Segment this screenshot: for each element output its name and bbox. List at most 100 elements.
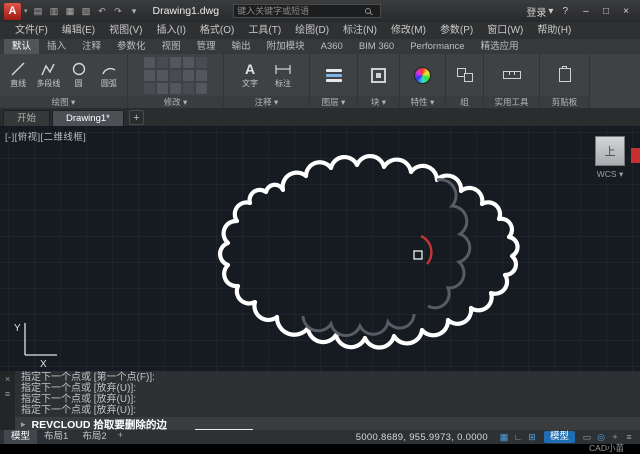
- arc-tool[interactable]: 圆弧: [97, 61, 121, 89]
- command-prompt-icon: ▸: [21, 419, 26, 430]
- panel-label-layers[interactable]: 图层 ▾: [310, 96, 357, 108]
- close-button[interactable]: ×: [617, 6, 635, 17]
- file-tab-drawing1[interactable]: Drawing1*: [52, 110, 124, 126]
- plot-icon[interactable]: ▧: [80, 6, 93, 17]
- search-icon[interactable]: [365, 8, 371, 14]
- help-search-box[interactable]: [233, 4, 381, 18]
- open-icon[interactable]: ▥: [48, 6, 61, 17]
- revision-cloud[interactable]: [220, 156, 517, 347]
- menu-parametric[interactable]: 参数(P): [433, 22, 480, 39]
- undo-icon[interactable]: ↶: [96, 6, 109, 17]
- line-icon: [10, 61, 26, 77]
- panel-label-modify[interactable]: 修改 ▾: [128, 96, 223, 108]
- new-layout-button[interactable]: +: [114, 430, 128, 444]
- menu-window[interactable]: 窗口(W): [480, 22, 530, 39]
- layout1-tab[interactable]: 布局1: [37, 430, 75, 444]
- app-menu-caret-icon[interactable]: ▾: [24, 7, 28, 15]
- wcs-selector[interactable]: WCS ▾: [590, 169, 630, 180]
- menu-draw[interactable]: 绘图(D): [288, 22, 336, 39]
- new-drawing-tab-button[interactable]: +: [129, 110, 144, 125]
- ribbon-tab-annotate[interactable]: 注释: [74, 39, 109, 54]
- model-space-button[interactable]: 模型: [544, 431, 575, 443]
- help-button[interactable]: ?: [562, 6, 568, 17]
- highlighted-edge[interactable]: [421, 236, 431, 264]
- grid-toggle-icon[interactable]: ▦: [497, 432, 511, 443]
- ribbon-tab-insert[interactable]: 插入: [39, 39, 74, 54]
- snap-toggle-icon[interactable]: ⊞: [525, 432, 539, 443]
- ribbon-tab-home[interactable]: 默认: [4, 39, 39, 54]
- panel-draw: 直线 多段线 圆 圆弧 绘图 ▾: [0, 54, 128, 108]
- line-tool[interactable]: 直线: [6, 61, 30, 89]
- maximize-button[interactable]: □: [597, 6, 615, 17]
- menu-modify[interactable]: 修改(M): [384, 22, 433, 39]
- ribbon-tab-manage[interactable]: 管理: [189, 39, 224, 54]
- drawing-canvas[interactable]: Y X [-][俯视][二维线框] 上 WCS ▾: [0, 126, 640, 371]
- coordinates-readout[interactable]: 5000.8689, 955.9973, 0.0000: [356, 432, 488, 443]
- ribbon-tab-addins[interactable]: 附加模块: [259, 39, 313, 54]
- menu-edit[interactable]: 编辑(E): [55, 22, 102, 39]
- redo-icon[interactable]: ↷: [112, 6, 125, 17]
- viewcube-top-face[interactable]: 上: [595, 136, 625, 166]
- panel-label-utilities[interactable]: 实用工具: [484, 96, 539, 108]
- circle-tool[interactable]: 圆: [67, 61, 91, 89]
- circle-icon: [71, 61, 87, 77]
- qat-dropdown-icon[interactable]: ▾: [128, 6, 141, 17]
- menu-tools[interactable]: 工具(T): [241, 22, 288, 39]
- ribbon-tab-bim360[interactable]: BIM 360: [351, 39, 402, 54]
- viewcube[interactable]: 上 WCS ▾: [590, 136, 630, 180]
- isolate-objects-icon[interactable]: +: [608, 432, 622, 442]
- layers-button[interactable]: [326, 69, 342, 82]
- layers-icon: [326, 69, 342, 82]
- text-tool[interactable]: A 文字: [237, 62, 264, 89]
- faded-cloud-edge-bottom[interactable]: [303, 314, 414, 336]
- panel-label-block[interactable]: 块 ▾: [358, 96, 399, 108]
- annotation-scale-icon[interactable]: ▭: [580, 432, 594, 443]
- menu-file[interactable]: 文件(F): [8, 22, 55, 39]
- file-tab-start[interactable]: 开始: [3, 110, 50, 126]
- menu-format[interactable]: 格式(O): [193, 22, 241, 39]
- new-icon[interactable]: ▤: [32, 6, 45, 17]
- menu-bar: 文件(F) 编辑(E) 视图(V) 插入(I) 格式(O) 工具(T) 绘图(D…: [0, 22, 640, 39]
- panel-block: 块 ▾: [358, 54, 400, 108]
- save-icon[interactable]: ▦: [64, 6, 77, 17]
- panel-clipboard: 剪贴板: [540, 54, 590, 108]
- panel-label-annotate[interactable]: 注释 ▾: [224, 96, 309, 108]
- paste-button[interactable]: [559, 68, 571, 82]
- block-icon: [371, 68, 386, 83]
- panel-label-draw[interactable]: 绘图 ▾: [0, 96, 127, 108]
- polyline-tool[interactable]: 多段线: [36, 61, 60, 89]
- model-tab[interactable]: 模型: [4, 430, 37, 444]
- ribbon-tab-performance[interactable]: Performance: [402, 39, 472, 54]
- faded-cloud-edge-right[interactable]: [428, 180, 470, 308]
- panel-label-clipboard[interactable]: 剪贴板: [540, 96, 589, 108]
- signin-button[interactable]: 登录 ▾: [526, 4, 553, 19]
- dimension-tool[interactable]: 标注: [270, 62, 297, 89]
- osnap-toggle-icon[interactable]: ◎: [594, 432, 608, 443]
- app-logo-icon[interactable]: A: [4, 3, 21, 20]
- viewport-controls[interactable]: [-][俯视][二维线框]: [5, 129, 86, 143]
- ribbon-tab-view[interactable]: 视图: [154, 39, 189, 54]
- ribbon-tab-a360[interactable]: A360: [313, 39, 351, 54]
- ribbon-tab-parametric[interactable]: 参数化: [109, 39, 154, 54]
- panel-label-groups[interactable]: 组: [446, 96, 483, 108]
- group-button[interactable]: [457, 68, 473, 82]
- ribbon-tab-featured-apps[interactable]: 精选应用: [473, 39, 527, 54]
- text-icon: A: [245, 62, 255, 77]
- menu-insert[interactable]: 插入(I): [149, 22, 192, 39]
- customization-icon[interactable]: ≡: [622, 432, 636, 442]
- ortho-toggle-icon[interactable]: ∟: [511, 432, 525, 442]
- properties-button[interactable]: [414, 67, 431, 84]
- modify-tools-grid[interactable]: [144, 57, 207, 94]
- block-button[interactable]: [371, 68, 386, 83]
- command-tools-icon[interactable]: ≡: [5, 389, 10, 399]
- minimize-button[interactable]: –: [577, 6, 595, 17]
- menu-view[interactable]: 视图(V): [102, 22, 149, 39]
- panel-label-properties[interactable]: 特性 ▾: [400, 96, 445, 108]
- menu-dimension[interactable]: 标注(N): [336, 22, 384, 39]
- menu-help[interactable]: 帮助(H): [530, 22, 578, 39]
- measure-button[interactable]: [503, 71, 521, 79]
- close-command-icon[interactable]: ×: [5, 374, 10, 384]
- search-input[interactable]: [237, 6, 363, 16]
- layout2-tab[interactable]: 布局2: [75, 430, 113, 444]
- ribbon-tab-output[interactable]: 输出: [224, 39, 259, 54]
